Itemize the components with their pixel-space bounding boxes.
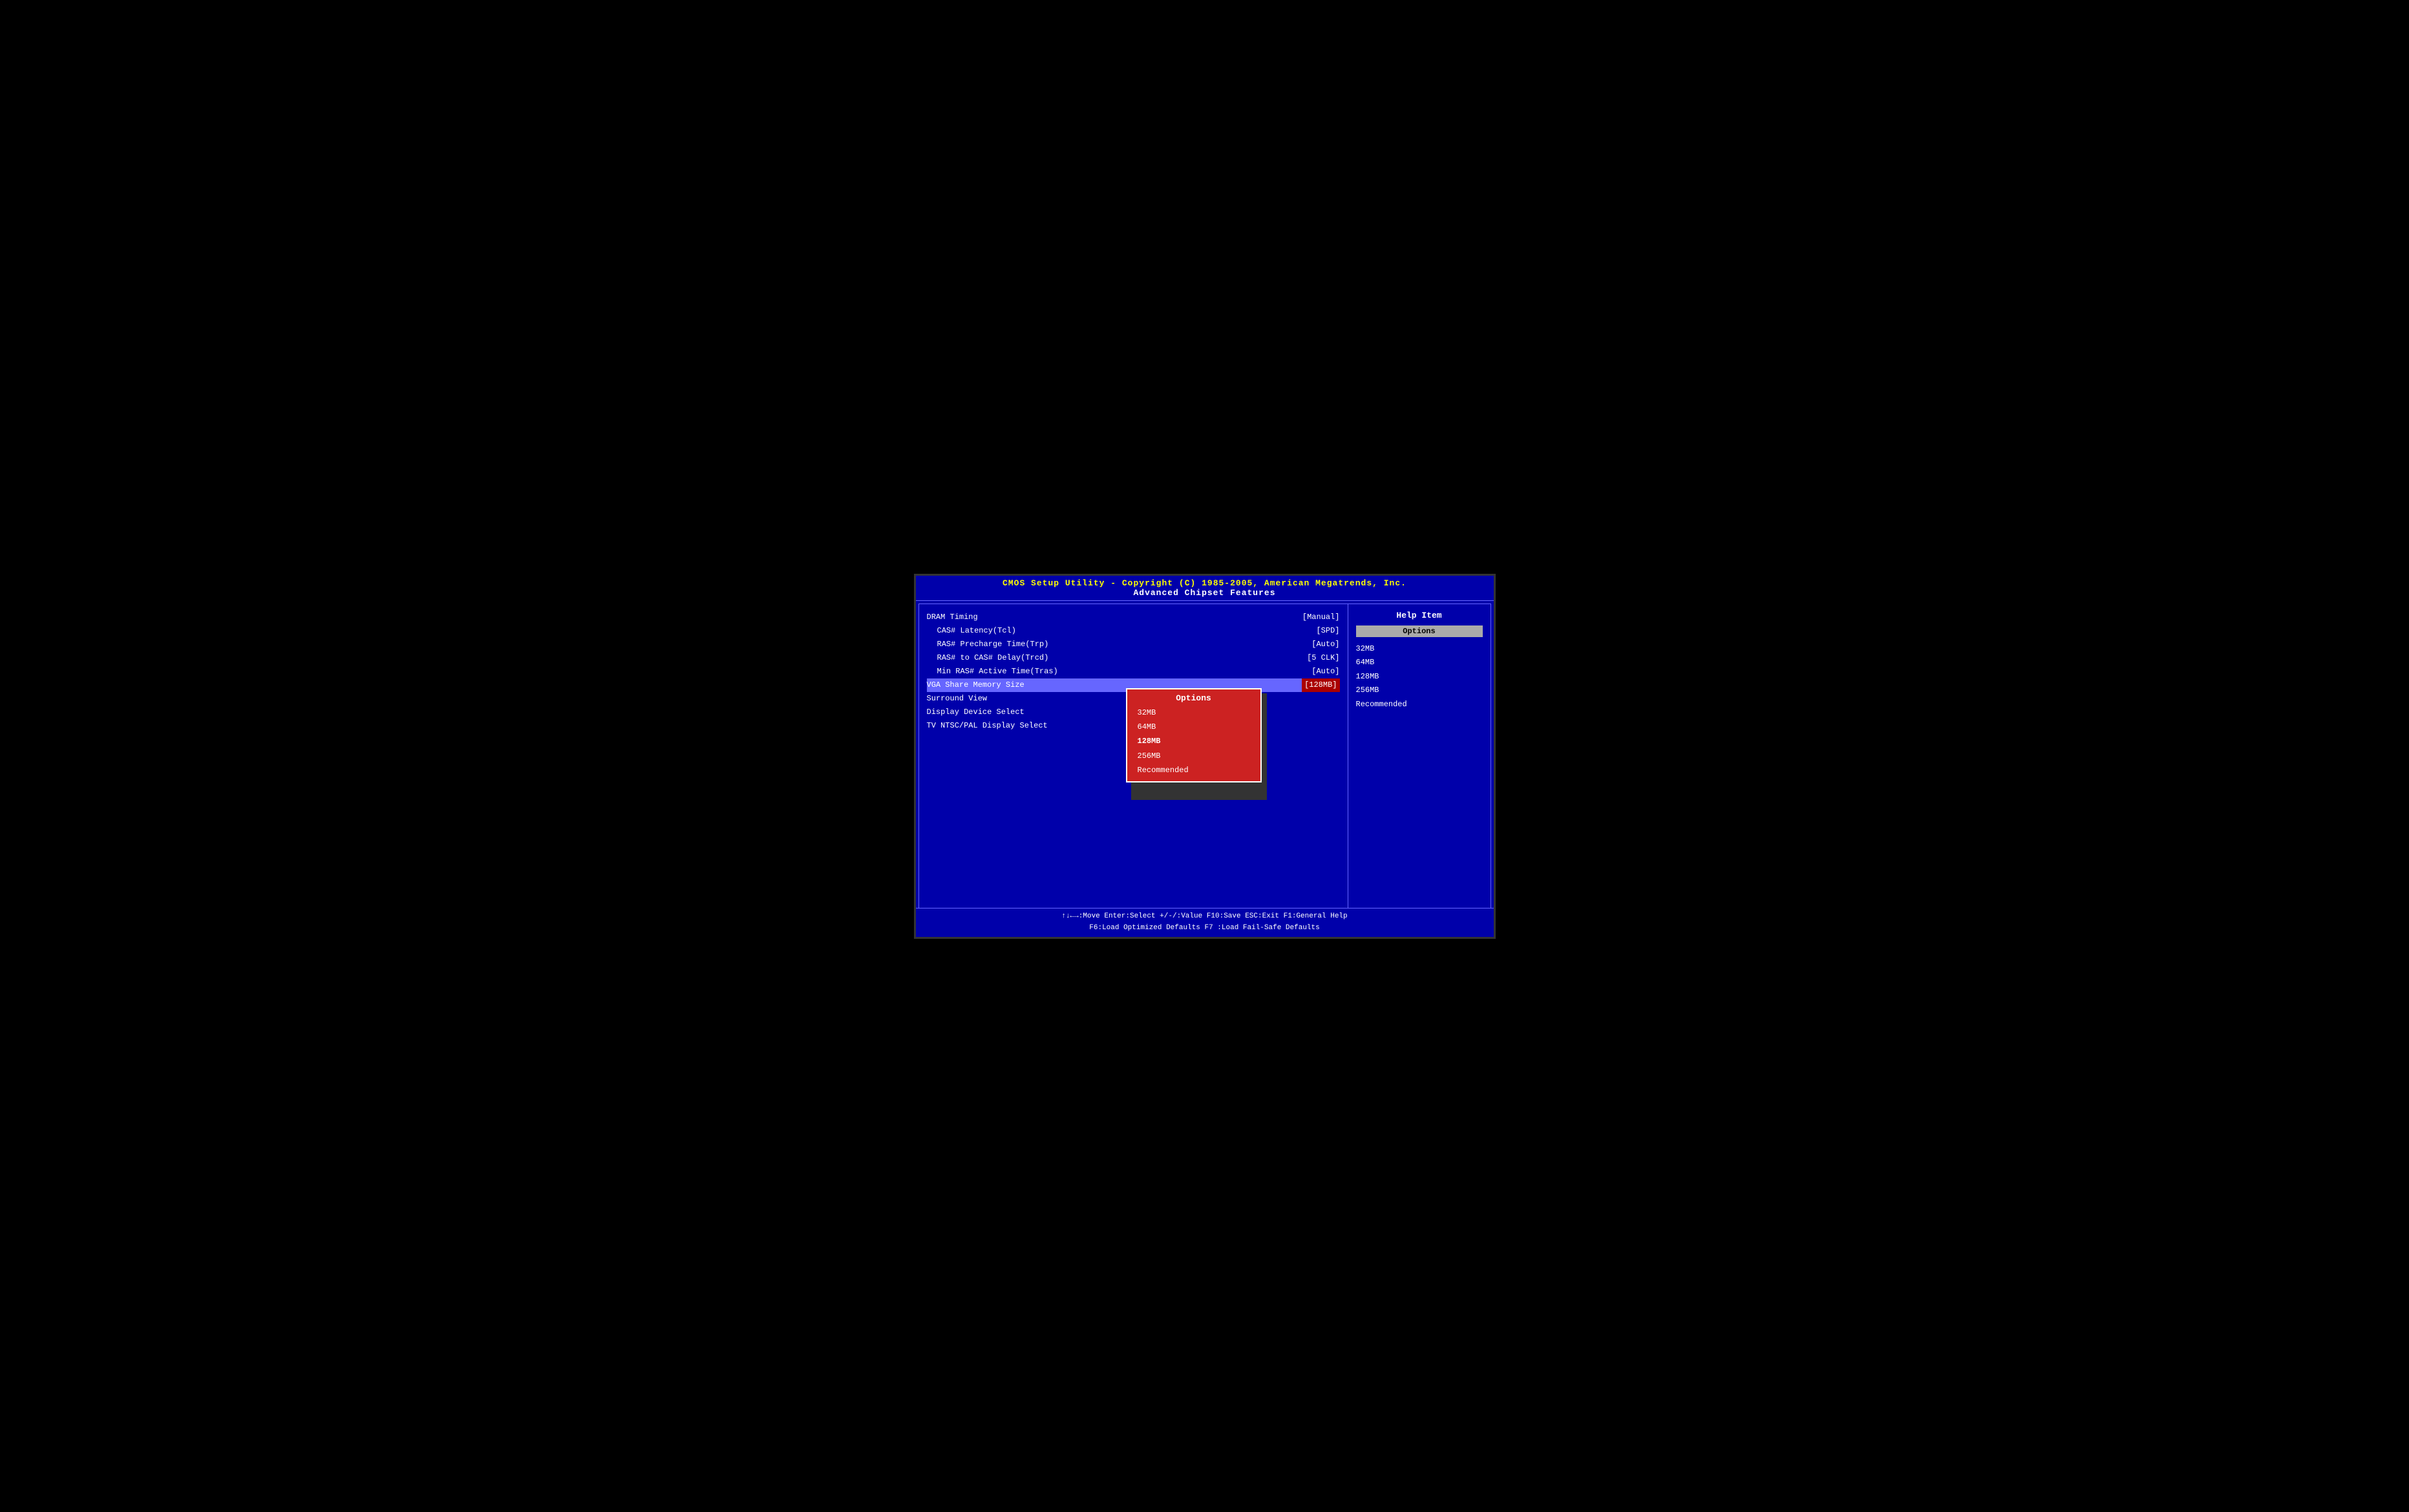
bios-screen: CMOS Setup Utility - Copyright (C) 1985-… xyxy=(914,574,1496,939)
menu-label-8: TV NTSC/PAL Display Select xyxy=(927,719,1048,733)
header: CMOS Setup Utility - Copyright (C) 1985-… xyxy=(916,576,1494,601)
header-subtitle: Advanced Chipset Features xyxy=(921,588,1489,598)
menu-item-0[interactable]: DRAM Timing [Manual] xyxy=(927,611,1340,624)
header-title: CMOS Setup Utility - Copyright (C) 1985-… xyxy=(921,578,1489,588)
popup-item-2[interactable]: 128MB xyxy=(1127,734,1260,748)
menu-value-4: [Auto] xyxy=(1311,665,1339,678)
popup-item-1[interactable]: 64MB xyxy=(1127,720,1260,734)
popup-item-0[interactable]: 32MB xyxy=(1127,706,1260,720)
menu-value-0: [Manual] xyxy=(1302,611,1340,624)
popup-items-container: 32MB64MB128MB256MBRecommended xyxy=(1127,706,1260,778)
menu-item-2[interactable]: RAS# Precharge Time(Trp) [Auto] xyxy=(927,638,1340,651)
right-panel: Help Item Options 32MB64MB128MB256MBReco… xyxy=(1348,604,1491,912)
help-title: Help Item xyxy=(1356,611,1483,620)
help-option-2: 128MB xyxy=(1356,670,1483,684)
footer-row2: F6:Load Optimized Defaults F7 :Load Fail… xyxy=(921,923,1489,934)
menu-label-0: DRAM Timing xyxy=(927,611,978,624)
menu-label-7: Display Device Select xyxy=(927,706,1024,719)
menu-label-3: RAS# to CAS# Delay(Trcd) xyxy=(937,651,1049,665)
left-panel: DRAM Timing [Manual] CAS# Latency(Tcl) [SPD… xyxy=(919,604,1348,912)
menu-label-6: Surround View xyxy=(927,692,988,706)
menu-item-1[interactable]: CAS# Latency(Tcl) [SPD] xyxy=(927,624,1340,638)
menu-label-5: VGA Share Memory Size xyxy=(927,678,1024,692)
menu-label-4: Min RAS# Active Time(Tras) xyxy=(937,665,1058,678)
menu-label-1: CAS# Latency(Tcl) xyxy=(937,624,1016,638)
help-option-0: 32MB xyxy=(1356,642,1483,656)
popup-overlay[interactable]: Options 32MB64MB128MB256MBRecommended xyxy=(1126,688,1262,783)
menu-value-2: [Auto] xyxy=(1311,638,1339,651)
popup-title: Options xyxy=(1127,693,1260,703)
popup-item-3[interactable]: 256MB xyxy=(1127,749,1260,763)
menu-item-4[interactable]: Min RAS# Active Time(Tras) [Auto] xyxy=(927,665,1340,678)
help-option-1: 64MB xyxy=(1356,656,1483,670)
footer-row1: ↑↓←→:Move Enter:Select +/-/:Value F10:Sa… xyxy=(921,911,1489,923)
help-options-bar: Options xyxy=(1356,625,1483,637)
menu-value-1: [SPD] xyxy=(1316,624,1339,638)
menu-item-3[interactable]: RAS# to CAS# Delay(Trcd) [5 CLK] xyxy=(927,651,1340,665)
menu-value-3: [5 CLK] xyxy=(1307,651,1339,665)
footer: ↑↓←→:Move Enter:Select +/-/:Value F10:Sa… xyxy=(916,908,1494,936)
main-area: DRAM Timing [Manual] CAS# Latency(Tcl) [SPD… xyxy=(918,604,1491,913)
popup-item-4[interactable]: Recommended xyxy=(1127,763,1260,777)
menu-value-5: [128MB] xyxy=(1302,678,1339,692)
popup-dropdown[interactable]: Options 32MB64MB128MB256MBRecommended xyxy=(1126,688,1262,783)
help-option-4: Recommended xyxy=(1356,698,1483,712)
help-option-3: 256MB xyxy=(1356,684,1483,698)
help-options-container: 32MB64MB128MB256MBRecommended xyxy=(1356,642,1483,712)
menu-label-2: RAS# Precharge Time(Trp) xyxy=(937,638,1049,651)
